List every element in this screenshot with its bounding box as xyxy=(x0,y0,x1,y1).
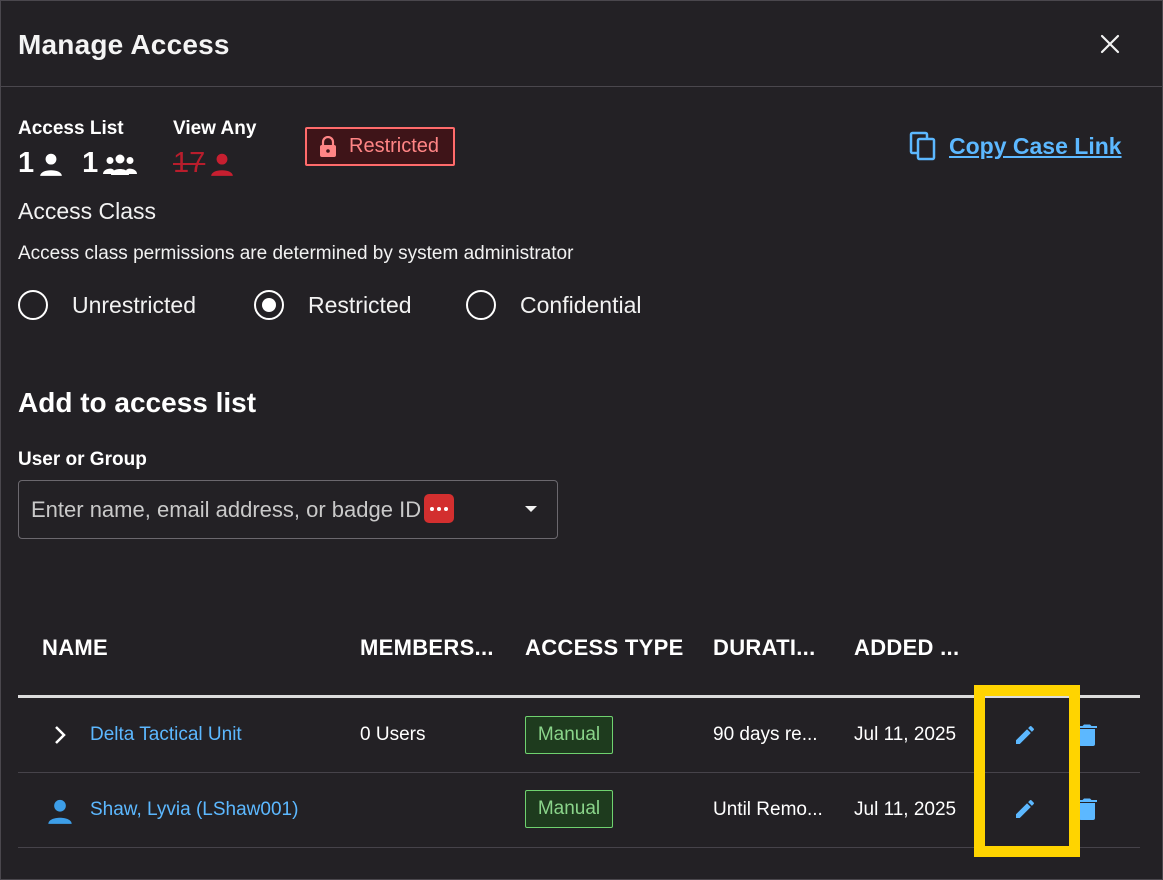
group-icon xyxy=(103,154,138,175)
chevron-right-icon[interactable] xyxy=(53,725,67,745)
view-any-count: 17 xyxy=(173,147,206,179)
user-or-group-input[interactable] xyxy=(18,480,558,539)
radio-confidential[interactable]: Confidential xyxy=(466,290,641,320)
access-list-label: Access List xyxy=(18,118,124,139)
copy-icon xyxy=(909,131,936,161)
column-header-name[interactable]: NAME xyxy=(42,635,108,661)
radio-selected-dot xyxy=(262,298,276,312)
user-icon xyxy=(48,799,72,824)
column-header-members[interactable]: MEMBERS... xyxy=(360,635,494,661)
copy-case-link[interactable]: Copy Case Link xyxy=(909,131,1122,161)
restricted-status-badge: Restricted xyxy=(305,127,455,166)
restricted-badge-label: Restricted xyxy=(349,135,440,157)
access-type-badge: Manual xyxy=(525,716,613,754)
edit-pencil-icon[interactable] xyxy=(1013,723,1037,747)
trash-icon[interactable] xyxy=(1076,797,1098,821)
copy-case-link-label: Copy Case Link xyxy=(949,132,1122,159)
column-header-duration[interactable]: DURATI... xyxy=(713,635,816,661)
chevron-down-icon[interactable] xyxy=(521,501,541,517)
radio-button[interactable] xyxy=(18,290,48,320)
dialog-header: Manage Access xyxy=(1,1,1162,87)
view-any-count-group: 17 xyxy=(173,147,235,180)
row-added-date: Jul 11, 2025 xyxy=(854,724,957,745)
row-duration: 90 days re... xyxy=(713,724,818,745)
manage-access-dialog: Manage Access Access List 1 1 View Any 1… xyxy=(0,0,1163,880)
view-any-label: View Any xyxy=(173,118,257,139)
user-or-group-label: User or Group xyxy=(18,449,147,470)
access-type-badge: Manual xyxy=(525,790,613,828)
radio-button[interactable] xyxy=(466,290,496,320)
radio-label: Confidential xyxy=(520,291,642,318)
lock-icon xyxy=(320,135,336,157)
access-list-group-count: 1 xyxy=(82,147,99,179)
table-row: Shaw, Lyvia (LShaw001) Manual Until Remo… xyxy=(18,773,1140,848)
close-icon xyxy=(1100,34,1120,54)
row-name-link[interactable]: Shaw, Lyvia (LShaw001) xyxy=(90,799,298,821)
radio-label: Unrestricted xyxy=(72,291,196,318)
row-added-date: Jul 11, 2025 xyxy=(854,799,957,820)
column-header-added[interactable]: ADDED ... xyxy=(854,635,959,661)
radio-button-selected[interactable] xyxy=(254,290,284,320)
access-list-user-count: 1 xyxy=(18,147,35,179)
radio-unrestricted[interactable]: Unrestricted xyxy=(18,290,196,320)
access-class-heading: Access Class xyxy=(18,198,157,224)
row-name-link[interactable]: Delta Tactical Unit xyxy=(90,724,242,746)
access-list-counts: 1 1 xyxy=(18,147,138,180)
add-to-access-list-heading: Add to access list xyxy=(18,387,257,418)
radio-restricted[interactable]: Restricted xyxy=(254,290,412,320)
column-header-access-type[interactable]: ACCESS TYPE xyxy=(525,635,684,661)
access-class-description: Access class permissions are determined … xyxy=(18,243,574,264)
user-icon xyxy=(211,153,234,176)
row-members: 0 Users xyxy=(360,724,426,745)
user-icon xyxy=(40,153,62,176)
close-button[interactable] xyxy=(1095,29,1125,59)
trash-icon[interactable] xyxy=(1076,723,1098,747)
dialog-title: Manage Access xyxy=(18,29,230,60)
more-options-icon[interactable] xyxy=(424,494,454,523)
row-duration: Until Remo... xyxy=(713,799,823,820)
radio-label: Restricted xyxy=(308,291,412,318)
table-row: Delta Tactical Unit 0 Users Manual 90 da… xyxy=(18,698,1140,773)
edit-pencil-icon[interactable] xyxy=(1013,797,1037,821)
